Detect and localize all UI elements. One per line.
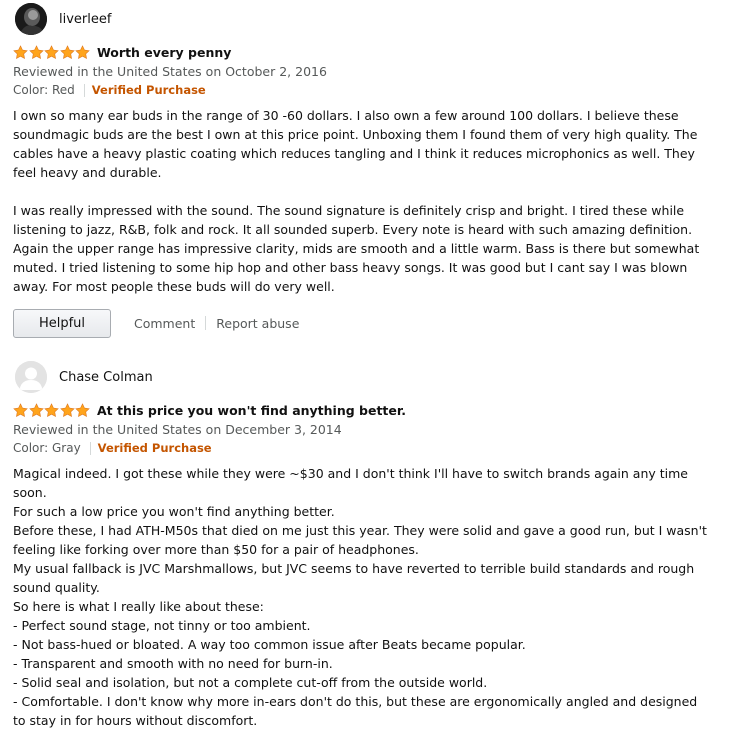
review-paragraph: I was really impressed with the sound. T… [13,203,700,294]
helpful-button[interactable]: Helpful [13,308,111,338]
review-line: - Not bass-hued or bloated. A way too co… [13,637,526,652]
product-variant[interactable]: Color: Red [13,81,75,100]
review-date: Reviewed in the United States on October… [13,64,327,79]
reviewer-name[interactable]: Chase Colman [59,370,153,385]
review-actions: Helpful Comment Report abuse [13,308,713,338]
report-abuse-link[interactable]: Report abuse [216,316,299,331]
star-icon [28,44,44,59]
comment-link[interactable]: Comment [134,316,195,331]
star-icon [13,402,28,417]
avatar[interactable] [15,361,47,393]
star-icon [44,44,59,59]
review-line: For such a low price you won't find anyt… [13,504,335,519]
review-paragraph: I own so many ear buds in the range of 3… [13,108,698,180]
reviewer-name[interactable]: liverleef [59,12,111,27]
review-line: - Solid seal and isolation, but not a co… [13,675,488,690]
star-icon [60,44,75,59]
verified-purchase-badge: Verified Purchase [91,83,206,97]
product-variant[interactable]: Color: Gray [13,439,81,458]
review-date: Reviewed in the United States on Decembe… [13,422,342,437]
default-avatar-icon [15,361,47,393]
review-line: - Comfortable. I don't know why more in-… [13,694,698,728]
avatar[interactable] [15,3,47,35]
review-body: I own so many ear buds in the range of 3… [13,106,713,296]
review-card: Chase Colman At this price you won't fin… [13,358,713,730]
review-line: Magical indeed. I got these while they w… [13,466,688,500]
review-body: Magical indeed. I got these while they w… [13,464,713,730]
divider [205,316,207,330]
review-card: liverleef Worth every penny Reviewed in … [13,0,713,338]
profile-photo-icon [15,3,47,35]
review-title[interactable]: Worth every penny [97,45,231,60]
review-line: - Perfect sound stage, not tinny or too … [13,618,311,633]
star-icon [13,44,28,59]
review-line: Before these, I had ATH-M50s that died o… [13,523,707,557]
star-icon [60,402,75,417]
review-line: So here is what I really like about thes… [13,599,264,614]
star-rating[interactable] [13,44,91,60]
star-icon [28,402,44,417]
reviewer-profile[interactable]: Chase Colman [13,358,713,396]
reviewer-profile[interactable]: liverleef [13,0,713,38]
review-title[interactable]: At this price you won't find anything be… [97,403,406,418]
review-line: My usual fallback is JVC Marshmallows, b… [13,561,695,595]
star-icon [75,402,91,417]
star-rating[interactable] [13,402,91,418]
review-line: - Transparent and smooth with no need fo… [13,656,333,671]
divider [89,442,91,455]
divider [83,84,85,97]
star-icon [75,44,91,59]
star-icon [44,402,59,417]
verified-purchase-badge: Verified Purchase [97,441,212,455]
